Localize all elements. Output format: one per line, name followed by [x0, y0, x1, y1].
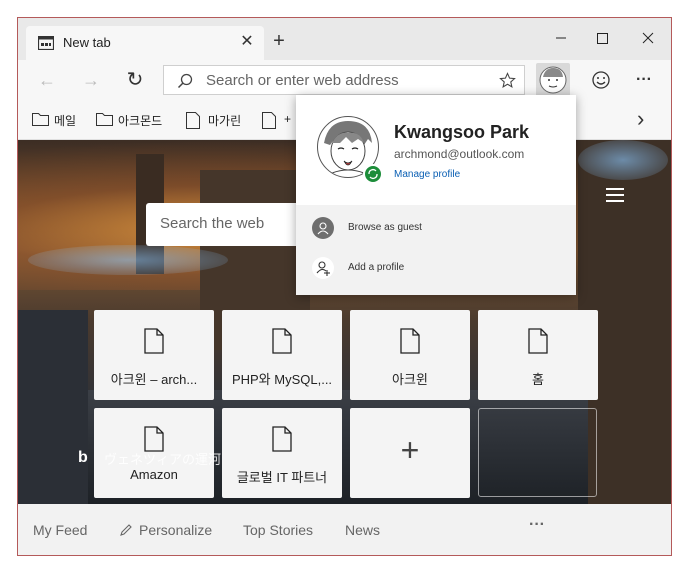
- favorite-star-icon[interactable]: [499, 72, 516, 89]
- favorite-item[interactable]: 아크몬드: [96, 111, 181, 129]
- personalize-link[interactable]: Personalize: [139, 522, 212, 538]
- browse-as-guest-button[interactable]: Browse as guest: [296, 209, 576, 249]
- browse-as-guest-label: Browse as guest: [348, 222, 422, 233]
- sync-status-icon: [363, 164, 383, 184]
- tab-page-icon: [38, 36, 54, 50]
- add-profile-label: Add a profile: [348, 262, 405, 273]
- tab-new-tab[interactable]: New tab ✕: [26, 26, 264, 60]
- address-bar[interactable]: Search or enter web address: [163, 65, 525, 95]
- folder-icon: [96, 113, 113, 126]
- profile-actions: Browse as guest Add a profile: [296, 205, 576, 295]
- favorite-label: 마가린: [208, 114, 242, 128]
- add-site-tile[interactable]: +: [350, 408, 470, 498]
- settings-more-button[interactable]: ···: [631, 68, 657, 92]
- avatar-icon: [539, 66, 567, 94]
- page-icon: [186, 112, 200, 129]
- page-icon: [272, 426, 292, 452]
- bing-logo-icon[interactable]: b: [78, 449, 88, 467]
- navigation-toolbar: ← → ↻ Search or enter web address ···: [18, 60, 671, 100]
- maximize-button[interactable]: [587, 26, 617, 50]
- top-site-tile[interactable]: PHP와 MySQL,...: [222, 310, 342, 400]
- maximize-icon: [597, 33, 608, 44]
- background-lights: [28, 245, 228, 275]
- add-profile-icon: [312, 257, 334, 279]
- back-button[interactable]: ←: [34, 68, 60, 92]
- minimize-icon: [556, 37, 566, 39]
- profile-avatar-button[interactable]: [536, 63, 570, 97]
- tile-label: 글로벌 IT 파트너: [236, 470, 328, 485]
- close-window-button[interactable]: [633, 26, 663, 50]
- top-site-tile[interactable]: 글로벌 IT 파트너: [222, 408, 342, 498]
- web-search-box[interactable]: Search the web: [146, 203, 306, 246]
- title-bar: New tab ✕ +: [18, 18, 671, 60]
- background-lights: [578, 140, 668, 180]
- favorite-item[interactable]: 메일: [32, 111, 92, 129]
- news-feed-bar: My Feed Personalize Top Stories News ···: [18, 504, 671, 555]
- forward-button[interactable]: →: [78, 68, 104, 92]
- top-stories-link[interactable]: Top Stories: [243, 522, 313, 538]
- page-icon: [272, 328, 292, 354]
- top-site-tile[interactable]: 아크윈 – arch...: [94, 310, 214, 400]
- add-profile-button[interactable]: Add a profile: [296, 249, 576, 289]
- manage-profile-link[interactable]: Manage profile: [394, 169, 460, 180]
- page-icon: [400, 328, 420, 354]
- feed-more-button[interactable]: ···: [529, 516, 545, 534]
- tile-label: PHP와 MySQL,...: [231, 372, 333, 387]
- tile-label: Amazon: [130, 467, 178, 482]
- favorite-label: 아크몬드: [118, 114, 163, 128]
- background-caption[interactable]: ヴェネツィアの運河: [104, 449, 221, 468]
- address-placeholder: Search or enter web address: [206, 72, 399, 89]
- close-window-icon: [642, 32, 654, 44]
- top-site-tile[interactable]: 홈: [478, 310, 598, 400]
- favorite-label: +: [284, 112, 292, 126]
- add-site-plus-icon: +: [400, 432, 420, 468]
- new-tab-button[interactable]: +: [268, 30, 290, 52]
- background-boats: [18, 310, 88, 504]
- feedback-smiley-icon[interactable]: [590, 69, 612, 91]
- empty-tile-slot[interactable]: [478, 408, 597, 497]
- pencil-icon: [120, 524, 132, 536]
- minimize-button[interactable]: [546, 26, 576, 50]
- search-icon: [177, 73, 193, 89]
- tile-label: 아크윈: [392, 372, 428, 387]
- browser-window: New tab ✕ + ← → ↻ Search or enter web ad…: [17, 17, 672, 556]
- page-icon: [528, 328, 548, 354]
- my-feed-link[interactable]: My Feed: [33, 522, 87, 538]
- close-tab-icon[interactable]: ✕: [236, 31, 258, 53]
- profile-header: Kwangsoo Park archmond@outlook.com Manag…: [296, 95, 576, 205]
- tile-label: 아크윈 – arch...: [110, 372, 198, 387]
- tab-title: New tab: [63, 35, 111, 50]
- page-icon: [144, 328, 164, 354]
- favorite-item[interactable]: +: [262, 111, 296, 129]
- top-site-tile[interactable]: 아크윈: [350, 310, 470, 400]
- page-icon: [262, 112, 276, 129]
- profile-flyout: Kwangsoo Park archmond@outlook.com Manag…: [296, 95, 576, 295]
- tile-label: 홈: [532, 372, 544, 387]
- refresh-button[interactable]: ↻: [122, 68, 148, 92]
- page-menu-icon[interactable]: [606, 188, 624, 202]
- news-link[interactable]: News: [345, 522, 380, 538]
- web-search-placeholder: Search the web: [160, 215, 265, 232]
- profile-email: archmond@outlook.com: [394, 147, 525, 161]
- folder-icon: [32, 113, 49, 126]
- favorite-label: 메일: [54, 114, 77, 128]
- favorite-item[interactable]: 마가린: [186, 111, 256, 129]
- guest-icon: [312, 217, 334, 239]
- favorites-overflow-chevron-icon[interactable]: ›: [637, 106, 644, 132]
- profile-name: Kwangsoo Park: [394, 122, 530, 142]
